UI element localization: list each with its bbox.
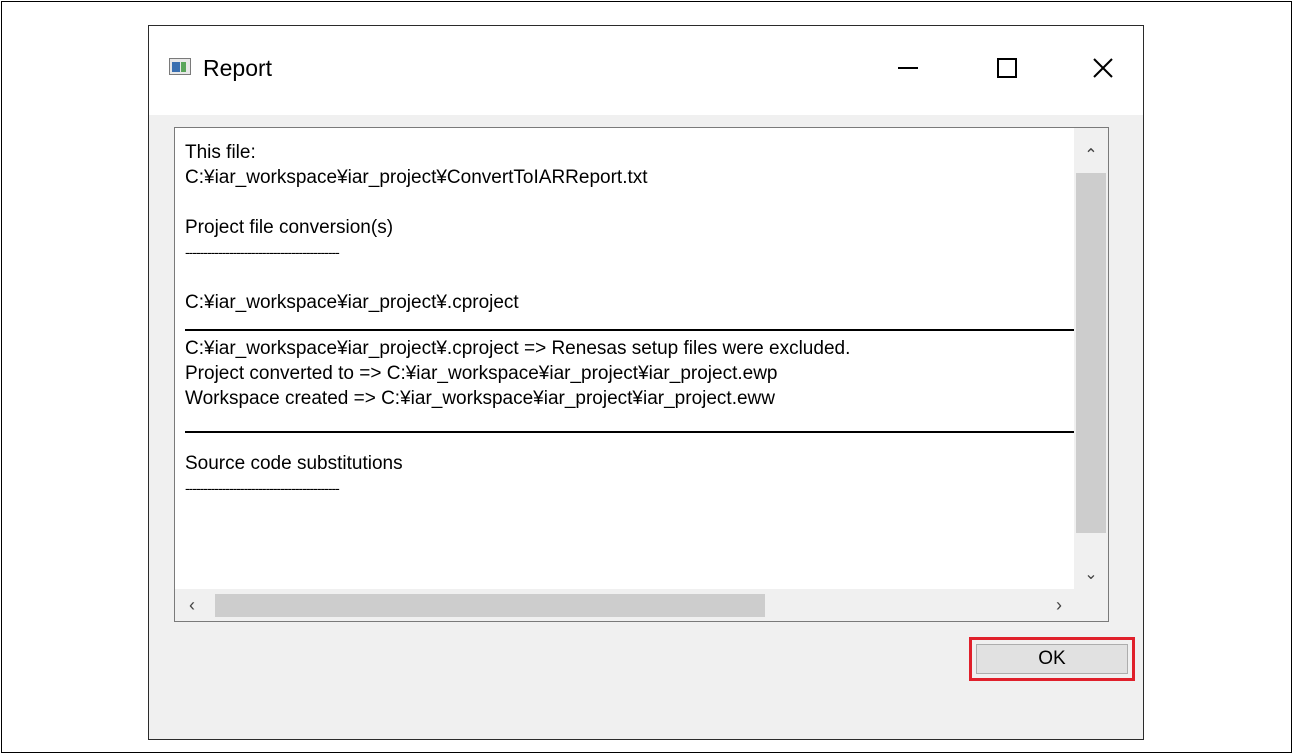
close-button[interactable]: [1071, 40, 1135, 96]
report-line: [185, 265, 1090, 290]
scroll-up-button[interactable]: ⌃: [1074, 138, 1108, 172]
maximize-button[interactable]: [975, 40, 1039, 96]
report-line: C:¥iar_workspace¥iar_project¥.cproject: [185, 292, 519, 313]
close-icon: [1093, 58, 1113, 78]
report-line: [185, 190, 1090, 215]
scroll-right-button[interactable]: ›: [1042, 589, 1076, 621]
vertical-scroll-thumb[interactable]: [1076, 173, 1106, 533]
window-title: Report: [203, 55, 273, 81]
report-line: Workspace created => C:¥iar_workspace¥ia…: [185, 388, 775, 409]
report-line: Source code substitutions: [185, 453, 403, 474]
minimize-icon: [898, 67, 918, 69]
report-line: Project converted to => C:¥iar_workspace…: [185, 363, 778, 384]
separator-line: [185, 315, 1090, 331]
ok-button-highlight: OK: [969, 637, 1135, 681]
report-line: Project file conversion(s): [185, 217, 394, 238]
maximize-icon: [997, 58, 1017, 78]
title-bar[interactable]: Report: [149, 26, 1143, 115]
report-line: C:¥iar_workspace¥iar_project¥.cproject =…: [185, 338, 851, 359]
report-line: ----------------------------------------…: [185, 480, 340, 496]
chevron-left-icon: ‹: [189, 594, 195, 615]
window-app-icon: [169, 58, 191, 75]
chevron-down-icon: ⌄: [1084, 566, 1098, 583]
scroll-down-button[interactable]: ⌄: [1074, 557, 1108, 591]
report-line: ----------------------------------------…: [185, 244, 340, 260]
separator-line: [185, 411, 1090, 433]
horizontal-scroll-thumb[interactable]: [215, 594, 765, 617]
scroll-left-button[interactable]: ‹: [175, 589, 209, 621]
report-line: This file:: [185, 142, 256, 163]
minimize-button[interactable]: [876, 40, 940, 96]
ok-button[interactable]: OK: [976, 644, 1128, 674]
report-text-area[interactable]: This file: C:¥iar_workspace¥iar_project¥…: [174, 127, 1109, 622]
report-line: C:¥iar_workspace¥iar_project¥ConvertToIA…: [185, 167, 648, 188]
vertical-scrollbar[interactable]: ⌃ ⌄: [1074, 128, 1108, 591]
horizontal-scrollbar[interactable]: ‹ ›: [175, 589, 1076, 621]
report-text-content: This file: C:¥iar_workspace¥iar_project¥…: [185, 140, 1090, 501]
scrollbar-corner: [1074, 589, 1108, 621]
chevron-right-icon: ›: [1056, 594, 1062, 615]
report-dialog: Report This file: C:¥iar_workspace¥iar_p…: [148, 25, 1144, 740]
chevron-up-icon: ⌃: [1084, 147, 1098, 164]
